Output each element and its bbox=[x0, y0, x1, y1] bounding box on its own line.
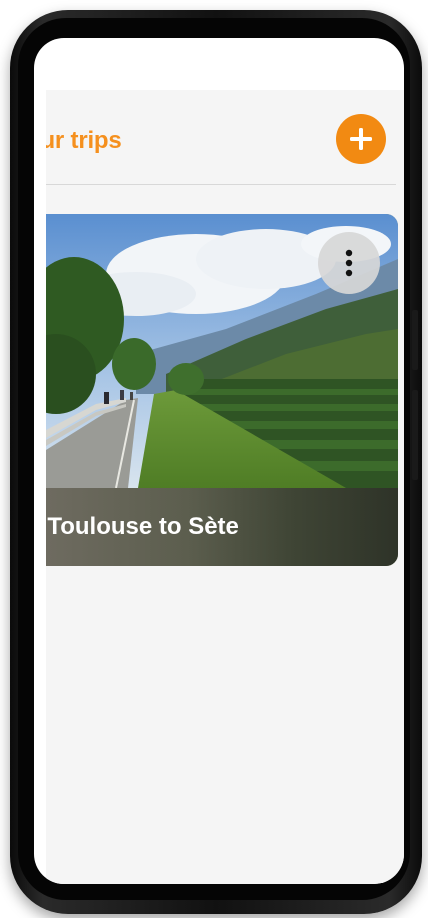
page-title: our trips bbox=[46, 127, 122, 154]
header-divider bbox=[46, 184, 396, 185]
trips-app: our trips bbox=[46, 90, 404, 884]
add-trip-button[interactable] bbox=[336, 114, 386, 164]
volume-button bbox=[412, 310, 418, 370]
trip-title: n Toulouse to Sète bbox=[46, 513, 239, 540]
power-button bbox=[412, 390, 418, 480]
trip-card[interactable]: n Toulouse to Sète bbox=[46, 214, 398, 566]
plus-icon bbox=[350, 128, 372, 150]
more-vertical-icon bbox=[345, 249, 353, 277]
phone-screen: our trips bbox=[34, 38, 404, 884]
header: our trips bbox=[46, 90, 404, 186]
trip-caption: n Toulouse to Sète bbox=[46, 488, 398, 566]
trip-menu-button[interactable] bbox=[318, 232, 380, 294]
